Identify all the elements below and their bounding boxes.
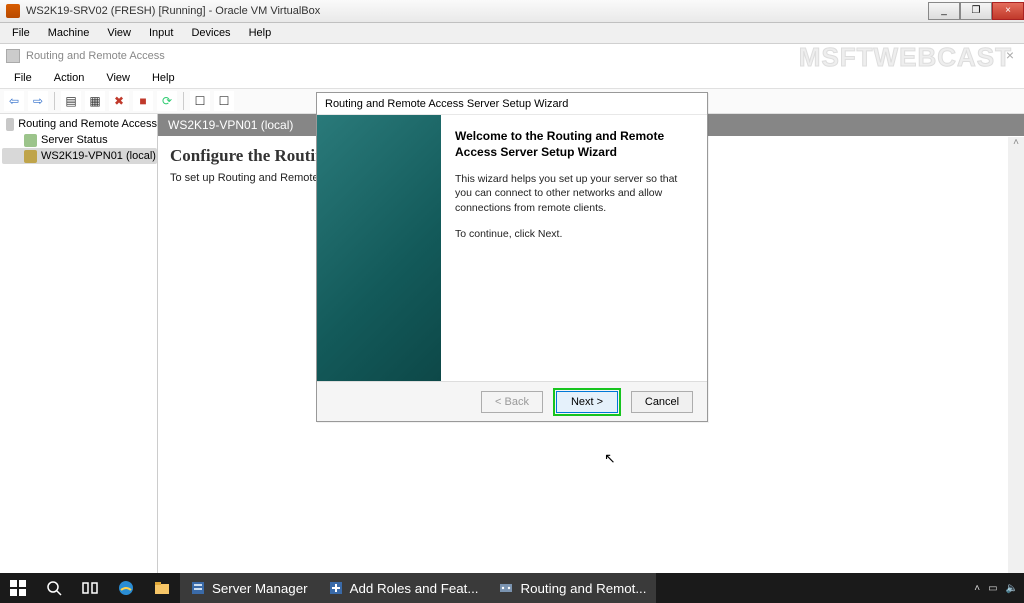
- watermark-text: MSFTWEBCAST: [799, 42, 1012, 73]
- taskbar-server-manager[interactable]: Server Manager: [180, 573, 318, 603]
- vbox-menu-help[interactable]: Help: [241, 25, 280, 41]
- vbox-menu-machine[interactable]: Machine: [40, 25, 98, 41]
- server-node-icon: [24, 150, 37, 163]
- taskbar-rras-label: Routing and Remot...: [520, 581, 646, 596]
- rras-icon: [498, 580, 514, 596]
- tree-server-status[interactable]: Server Status: [2, 132, 157, 148]
- wizard-heading: Welcome to the Routing and Remote Access…: [455, 129, 691, 160]
- wizard-paragraph-2: To continue, click Next.: [455, 227, 691, 241]
- mmc-tree: Routing and Remote Access Server Status …: [0, 114, 158, 573]
- vbox-window-buttons: _ ❐ ×: [928, 2, 1024, 20]
- tree-server-label: WS2K19-VPN01 (local): [41, 150, 156, 162]
- wizard-footer: < Back Next > Cancel: [317, 381, 707, 421]
- mmc-close-icon[interactable]: ×: [1006, 47, 1014, 63]
- wizard-next-button[interactable]: Next >: [556, 391, 618, 413]
- tree-server-node[interactable]: WS2K19-VPN01 (local): [2, 148, 157, 164]
- taskbar-rras[interactable]: Routing and Remot...: [488, 573, 656, 603]
- server-manager-icon: [190, 580, 206, 596]
- setup-wizard-dialog: Routing and Remote Access Server Setup W…: [316, 92, 708, 422]
- toolbar-delete-icon[interactable]: ✖: [109, 91, 129, 111]
- mmc-menu-help[interactable]: Help: [142, 70, 185, 86]
- wizard-next-highlight: Next >: [553, 388, 621, 416]
- taskbar-ie-button[interactable]: [108, 573, 144, 603]
- mmc-app-title: Routing and Remote Access: [26, 50, 165, 62]
- taskbar-server-manager-label: Server Manager: [212, 581, 308, 596]
- toolbar-stop-icon[interactable]: ■: [133, 91, 153, 111]
- vbox-menu-file[interactable]: File: [4, 25, 38, 41]
- toolbar-properties-icon[interactable]: ▦: [85, 91, 105, 111]
- vbox-menu-input[interactable]: Input: [141, 25, 181, 41]
- taskbar-search-button[interactable]: [36, 573, 72, 603]
- virtualbox-menubar: File Machine View Input Devices Help: [0, 23, 1024, 44]
- mmc-menu-view[interactable]: View: [96, 70, 140, 86]
- toolbar-extra-icon[interactable]: ☐: [214, 91, 234, 111]
- wizard-title-text: Routing and Remote Access Server Setup W…: [325, 98, 568, 110]
- internet-explorer-icon: [118, 580, 134, 596]
- tree-root[interactable]: Routing and Remote Access: [2, 116, 157, 132]
- search-icon: [46, 580, 62, 596]
- vbox-menu-devices[interactable]: Devices: [183, 25, 238, 41]
- tree-status-label: Server Status: [41, 134, 108, 146]
- toolbar-help-icon[interactable]: ☐: [190, 91, 210, 111]
- wizard-paragraph-1: This wizard helps you set up your server…: [455, 172, 691, 215]
- taskbar-add-roles[interactable]: Add Roles and Feat...: [318, 573, 489, 603]
- vbox-title-text: WS2K19-SRV02 (FRESH) [Running] - Oracle …: [26, 5, 320, 17]
- windows-taskbar: Server Manager Add Roles and Feat... Rou…: [0, 573, 1024, 603]
- content-scrollbar[interactable]: ˄: [1008, 137, 1024, 573]
- guest-desktop: Routing and Remote Access MSFTWEBCAST × …: [0, 44, 1024, 573]
- toolbar-back-icon[interactable]: ⇦: [4, 91, 24, 111]
- scroll-up-icon[interactable]: ˄: [1008, 137, 1024, 148]
- taskbar-add-roles-label: Add Roles and Feat...: [350, 581, 479, 596]
- mmc-titlebar: Routing and Remote Access MSFTWEBCAST ×: [0, 44, 1024, 68]
- wizard-back-button: < Back: [481, 391, 543, 413]
- tray-sound-icon[interactable]: 🔈: [1006, 583, 1018, 594]
- task-view-icon: [82, 580, 98, 596]
- content-header-text: WS2K19-VPN01 (local): [168, 118, 293, 132]
- wizard-side-graphic: [317, 115, 441, 381]
- virtualbox-titlebar: WS2K19-SRV02 (FRESH) [Running] - Oracle …: [0, 0, 1024, 23]
- virtualbox-icon: [6, 4, 20, 18]
- windows-logo-icon: [10, 580, 26, 596]
- tray-up-icon[interactable]: ˄: [974, 583, 980, 594]
- wizard-titlebar[interactable]: Routing and Remote Access Server Setup W…: [317, 93, 707, 115]
- wizard-main-panel: Welcome to the Routing and Remote Access…: [441, 115, 707, 381]
- tree-root-label: Routing and Remote Access: [18, 118, 157, 130]
- vbox-minimize-button[interactable]: _: [928, 2, 960, 20]
- add-roles-icon: [328, 580, 344, 596]
- start-button[interactable]: [0, 573, 36, 603]
- vbox-menu-view[interactable]: View: [99, 25, 139, 41]
- system-tray[interactable]: ˄ ▭ 🔈: [968, 573, 1024, 603]
- toolbar-show-hide-icon[interactable]: ▤: [61, 91, 81, 111]
- mmc-app-icon: [6, 49, 20, 63]
- wizard-cancel-button[interactable]: Cancel: [631, 391, 693, 413]
- toolbar-sep2: [183, 92, 184, 110]
- tray-network-icon[interactable]: ▭: [988, 583, 997, 594]
- toolbar-forward-icon[interactable]: ⇨: [28, 91, 48, 111]
- tree-root-icon: [6, 118, 14, 131]
- server-status-icon: [24, 134, 37, 147]
- vbox-maximize-button[interactable]: ❐: [960, 2, 992, 20]
- mmc-menu-action[interactable]: Action: [44, 70, 95, 86]
- task-view-button[interactable]: [72, 573, 108, 603]
- toolbar-refresh-icon[interactable]: ⟳: [157, 91, 177, 111]
- vbox-close-button[interactable]: ×: [992, 2, 1024, 20]
- taskbar-spacer: [656, 573, 968, 603]
- file-explorer-icon: [154, 580, 170, 596]
- mmc-menu-file[interactable]: File: [4, 70, 42, 86]
- taskbar-explorer-button[interactable]: [144, 573, 180, 603]
- toolbar-sep: [54, 92, 55, 110]
